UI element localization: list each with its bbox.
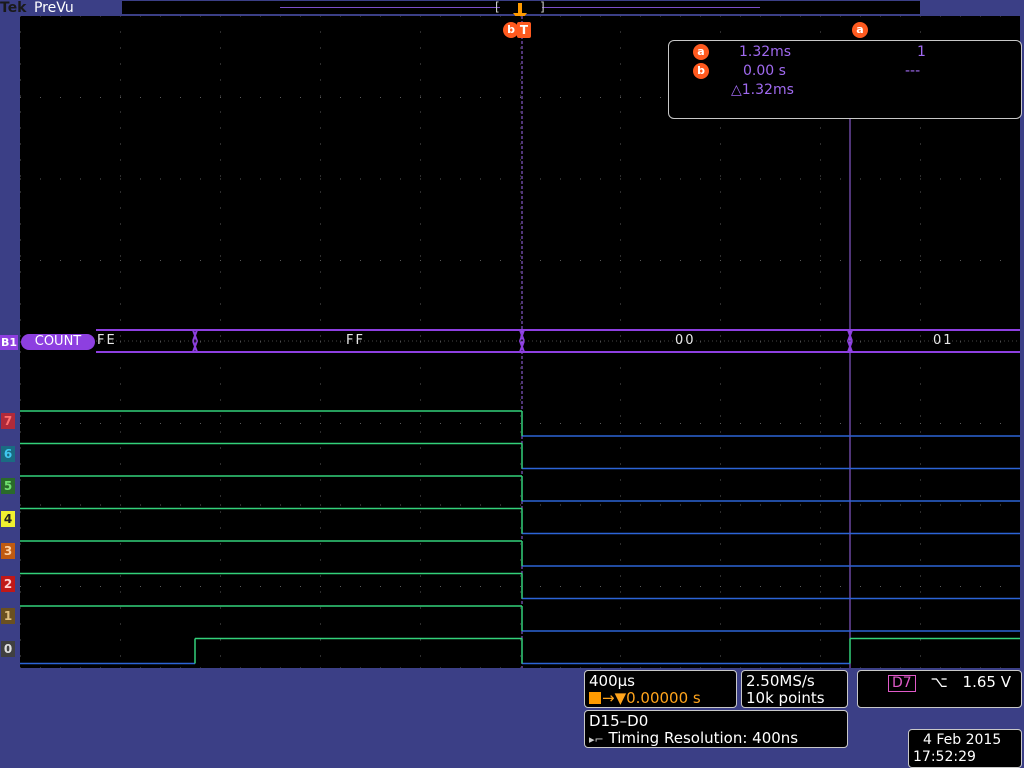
record-length: 10k points: [746, 689, 825, 707]
digital-group: D15–D0: [589, 712, 649, 730]
brand: Tek PreVu: [0, 0, 74, 16]
cursor-b-time: 0.00 s: [743, 63, 786, 79]
timing-resolution: Timing Resolution: 400ns: [608, 729, 799, 747]
digital-icon: ▸⌐: [589, 733, 604, 746]
trigger-level: 1.65 V: [962, 673, 1011, 691]
view-bracket-right: ]: [540, 0, 545, 14]
bus-value-ff: FF: [346, 333, 365, 348]
trigger-position-value: 0.00000 s: [626, 689, 701, 707]
top-bar: Tek PreVu [ ]: [0, 0, 1024, 22]
acquisition-mode: PreVu: [33, 0, 74, 16]
channel-tag-d4[interactable]: 4: [1, 510, 15, 527]
bus-label: COUNT: [21, 334, 95, 350]
channel-tag-d2[interactable]: 2: [1, 575, 15, 592]
horizontal-scale: 400µs: [589, 672, 635, 690]
bus-b1-tag[interactable]: B1: [0, 335, 18, 350]
channel-tag-d6[interactable]: 6: [1, 445, 15, 462]
horizontal-box[interactable]: 400µs →▼0.00000 s: [584, 670, 737, 708]
channel-tag-d0[interactable]: 0: [1, 640, 15, 657]
cursor-delta: △1.32ms: [731, 82, 794, 98]
readout-a-icon: a: [693, 44, 709, 60]
channel-tag-d5[interactable]: 5: [1, 478, 15, 494]
view-bracket-left: [: [495, 0, 500, 14]
cursor-b-value: ---: [905, 63, 921, 79]
channel-tag-d7[interactable]: 7: [1, 413, 15, 429]
cursor-readout: a 1.32ms 1 b 0.00 s --- △1.32ms: [668, 40, 1022, 119]
time: 17:52:29: [913, 749, 976, 765]
datetime-box: 4 Feb 2015 17:52:29: [908, 729, 1022, 768]
trigger-t-icon: T: [517, 22, 531, 38]
acquisition-box[interactable]: 2.50MS/s 10k points: [741, 670, 848, 708]
tek-logo: Tek: [0, 0, 27, 16]
bus-value-01: 01: [933, 333, 954, 348]
channel-tag-d3[interactable]: 3: [1, 543, 15, 559]
bus-value-fe: FE: [97, 333, 117, 348]
record-line-right: [542, 7, 760, 8]
readout-b-icon: b: [693, 63, 709, 79]
channel-tag-d1[interactable]: 1: [1, 608, 15, 624]
date: 4 Feb 2015: [923, 732, 1002, 748]
trigger-t-small-icon: [589, 692, 601, 704]
timing-resolution-line: ▸⌐ Timing Resolution: 400ns: [589, 729, 798, 747]
trigger-box[interactable]: D7 ⌥ 1.65 V: [857, 670, 1022, 708]
bus-value-00: 00: [675, 333, 696, 348]
sample-rate: 2.50MS/s: [746, 672, 815, 690]
digital-box[interactable]: D15–D0 ▸⌐ Timing Resolution: 400ns: [584, 710, 848, 748]
record-line-left: [280, 7, 500, 8]
cursor-a-value: 1: [917, 44, 926, 60]
trigger-slope-icon: ⌥: [930, 673, 948, 691]
cursor-a-icon[interactable]: a: [852, 22, 868, 38]
trigger-position-readout: →▼0.00000 s: [589, 689, 701, 707]
cursor-a-time: 1.32ms: [739, 44, 792, 60]
trigger-source: D7: [888, 675, 916, 692]
